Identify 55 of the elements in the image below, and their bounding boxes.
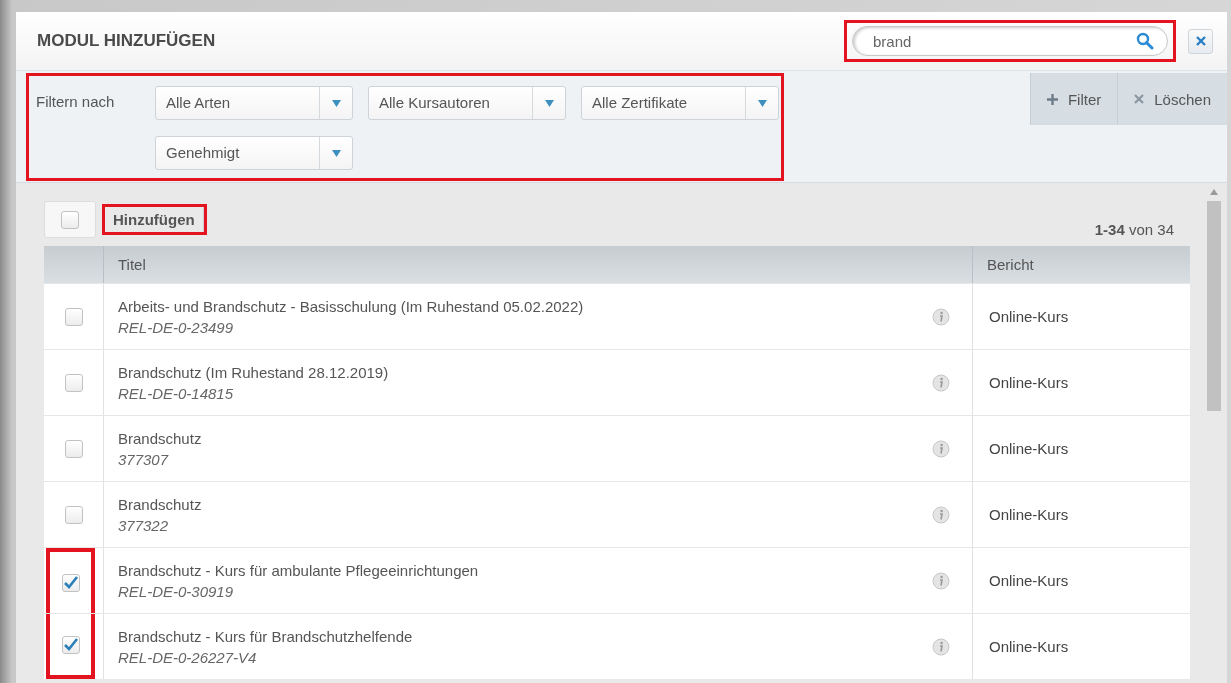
filter-label: Filtern nach [36, 92, 116, 110]
course-code: REL-DE-0-14815 [118, 384, 235, 402]
caret-icon [544, 99, 554, 107]
scroll-up-icon[interactable] [1210, 189, 1218, 195]
course-title: Brandschutz (Im Ruhestand 28.12.2019) [118, 363, 390, 381]
dropdown[interactable]: Alle Kursautoren [368, 86, 566, 120]
search-icon[interactable] [1136, 32, 1154, 50]
course-title: Brandschutz [118, 429, 203, 447]
info-icon[interactable] [932, 439, 950, 458]
report-type: Online-Kurs [972, 416, 1190, 481]
report-type: Online-Kurs [972, 548, 1190, 613]
report-type: Online-Kurs [972, 350, 1190, 415]
select-all-button[interactable] [44, 201, 96, 238]
caret-icon [757, 99, 767, 107]
info-icon[interactable] [932, 505, 950, 524]
plus-icon [1046, 93, 1058, 105]
course-code: REL-DE-0-26227-V4 [118, 648, 258, 666]
course-code: REL-DE-0-30919 [118, 582, 235, 600]
course-title: Arbeits- und Brandschutz - Basisschulung (Im Ruhestand 05.02.2022) [118, 297, 585, 315]
result-count: 1-34 von 34 [1094, 221, 1174, 238]
caret-icon [331, 149, 341, 157]
report-type: Online-Kurs [972, 614, 1190, 679]
close-icon [1194, 35, 1207, 47]
course-title: Brandschutz [118, 495, 203, 513]
report-type: Online-Kurs [972, 284, 1190, 349]
search-field[interactable]: brand [852, 26, 1168, 56]
checkbox[interactable] [64, 373, 83, 392]
filter-button[interactable]: Filter [1029, 73, 1118, 125]
checkbox[interactable] [64, 307, 83, 326]
dropdown[interactable]: Genehmigt [155, 136, 353, 170]
course-code: REL-DE-0-23499 [118, 318, 235, 336]
info-icon[interactable] [932, 307, 950, 326]
checkbox[interactable] [61, 573, 80, 592]
dropdown[interactable]: Alle Zertifikate [581, 86, 779, 120]
report-type: Online-Kurs [972, 482, 1190, 547]
filter-button[interactable]: Löschen [1117, 73, 1227, 125]
checkbox[interactable] [61, 635, 80, 654]
caret-icon [331, 99, 341, 107]
course-code: 377322 [118, 516, 170, 534]
dialog-title: MODUL HINZUFÜGEN [37, 31, 217, 51]
course-title: Brandschutz - Kurs für ambulante Pflegeeinrichtungen [118, 561, 480, 579]
close-button[interactable] [1188, 28, 1213, 54]
info-icon[interactable] [932, 637, 950, 656]
dropdown[interactable]: Alle Arten [155, 86, 353, 120]
column-header: Titel [103, 246, 972, 283]
info-icon[interactable] [932, 571, 950, 590]
course-title: Brandschutz - Kurs für Brandschutzhelfende [118, 627, 414, 645]
checkbox[interactable] [61, 210, 79, 229]
checkbox[interactable] [64, 505, 83, 524]
info-icon[interactable] [932, 373, 950, 392]
scrollbar-thumb[interactable] [1207, 201, 1221, 411]
column-header: Bericht [972, 246, 1190, 283]
checkbox[interactable] [64, 439, 83, 458]
close-icon [1134, 94, 1145, 104]
course-code: 377307 [118, 450, 170, 468]
